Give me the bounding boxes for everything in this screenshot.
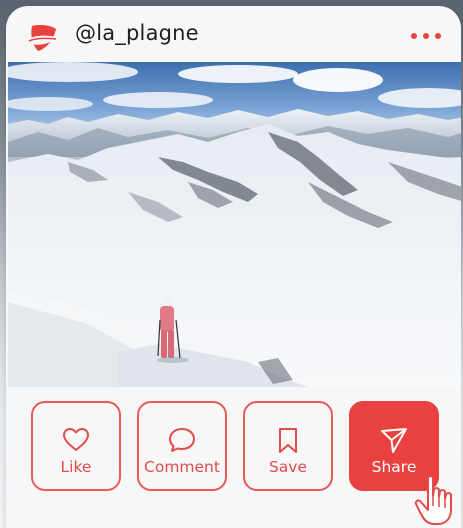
more-dot	[423, 33, 429, 39]
mountain-photo	[8, 62, 461, 387]
like-button[interactable]: Like	[31, 401, 121, 491]
comment-bubble-icon	[169, 428, 195, 452]
bookmark-icon	[279, 428, 297, 453]
heart-icon	[63, 428, 89, 451]
post-photo[interactable]	[8, 62, 461, 387]
action-bar: Like Comment Save Share	[6, 400, 461, 496]
post-card: @la_plagne Like Comment Save Share	[6, 6, 461, 528]
send-icon	[381, 428, 407, 453]
hand-pointer-icon	[414, 475, 452, 525]
avatar[interactable]	[26, 20, 60, 54]
more-dots-icon	[411, 33, 417, 39]
like-label: Like	[60, 458, 92, 476]
more-options-button[interactable]	[411, 33, 441, 39]
save-label: Save	[268, 458, 308, 476]
post-header: @la_plagne	[6, 6, 461, 64]
username[interactable]: @la_plagne	[75, 21, 199, 45]
comment-button[interactable]: Comment	[137, 401, 227, 491]
save-button[interactable]: Save	[243, 401, 333, 491]
more-dot	[435, 33, 441, 39]
brand-logo-icon	[28, 25, 57, 51]
comment-label: Comment	[144, 458, 220, 476]
